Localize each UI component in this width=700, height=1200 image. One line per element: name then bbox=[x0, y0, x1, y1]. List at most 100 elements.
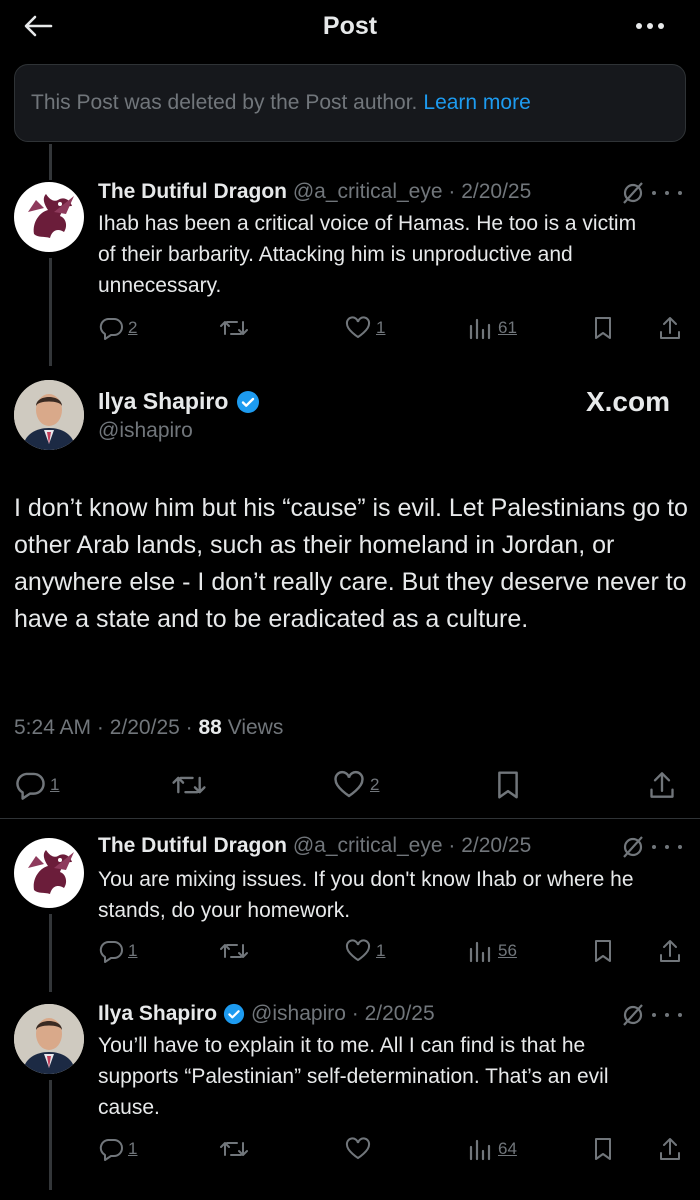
learn-more-link[interactable]: Learn more bbox=[423, 91, 530, 115]
like-button[interactable]: 2 bbox=[332, 768, 379, 802]
reply-button[interactable]: 2 bbox=[98, 313, 137, 343]
reply-button[interactable]: 1 bbox=[98, 936, 137, 966]
heart-icon bbox=[345, 939, 371, 962]
main-post-actions: 1 2 bbox=[14, 768, 686, 802]
like-button[interactable] bbox=[344, 1134, 372, 1164]
post-date[interactable]: 2/20/25 bbox=[110, 716, 180, 739]
share-icon bbox=[650, 772, 674, 798]
user-handle[interactable]: @a_critical_eye bbox=[293, 834, 443, 857]
avatar[interactable] bbox=[14, 1004, 84, 1074]
avatar[interactable] bbox=[14, 838, 84, 908]
reply-count: 1 bbox=[128, 1139, 138, 1158]
xcom-watermark: X.com bbox=[585, 386, 670, 417]
post-date[interactable]: 2/20/25 bbox=[461, 834, 531, 857]
display-name[interactable]: The Dutiful Dragon bbox=[98, 834, 287, 857]
dragon-logo-icon bbox=[28, 850, 74, 894]
reply-icon bbox=[99, 1139, 123, 1161]
reply-button[interactable]: 1 bbox=[14, 768, 59, 802]
reply-actions: 2 1 61 bbox=[98, 313, 688, 343]
views-button[interactable]: 56 bbox=[468, 936, 517, 966]
grok-icon[interactable] bbox=[620, 180, 646, 206]
repost-button[interactable] bbox=[218, 313, 250, 343]
view-count: 64 bbox=[498, 1139, 517, 1158]
heart-icon bbox=[345, 316, 371, 339]
repost-icon bbox=[220, 321, 248, 335]
views-button[interactable]: 61 bbox=[468, 313, 517, 343]
share-button[interactable] bbox=[648, 768, 676, 802]
more-horizontal-icon[interactable] bbox=[630, 14, 670, 38]
thread-line bbox=[49, 914, 52, 992]
deleted-notice-text: This Post was deleted by the Post author… bbox=[31, 91, 418, 114]
share-icon bbox=[660, 940, 680, 962]
post-time[interactable]: 5:24 AM bbox=[14, 716, 91, 739]
reply-text: You’ll have to explain it to me. All I c… bbox=[98, 1034, 609, 1119]
bookmark-button[interactable] bbox=[592, 313, 614, 343]
repost-button[interactable] bbox=[218, 1134, 250, 1164]
bookmark-button[interactable] bbox=[592, 936, 614, 966]
analytics-icon bbox=[469, 941, 491, 963]
repost-icon bbox=[220, 1142, 248, 1156]
like-count: 1 bbox=[376, 318, 386, 337]
analytics-icon bbox=[469, 1139, 491, 1161]
dragon-logo-icon bbox=[28, 194, 74, 238]
views-button[interactable]: 64 bbox=[468, 1134, 517, 1164]
page-title: Post bbox=[322, 12, 378, 40]
thread-line bbox=[49, 258, 52, 366]
repost-button[interactable] bbox=[218, 936, 250, 966]
more-horizontal-icon[interactable] bbox=[652, 837, 682, 857]
user-handle[interactable]: @a_critical_eye bbox=[293, 180, 443, 203]
display-name[interactable]: Ilya Shapiro bbox=[98, 388, 228, 415]
bookmark-icon bbox=[498, 771, 518, 799]
more-horizontal-icon[interactable] bbox=[652, 183, 682, 203]
main-post-text: I don’t know him but his “cause” is evil… bbox=[14, 494, 688, 633]
deleted-post-notice: This Post was deleted by the Post author… bbox=[14, 64, 686, 142]
avatar[interactable] bbox=[14, 182, 84, 252]
more-horizontal-icon[interactable] bbox=[652, 1005, 682, 1025]
reply-text: You are mixing issues. If you don't know… bbox=[98, 868, 634, 922]
grok-icon[interactable] bbox=[620, 834, 646, 860]
share-button[interactable] bbox=[658, 313, 682, 343]
thread-line bbox=[49, 144, 52, 180]
share-icon bbox=[660, 1138, 680, 1160]
reply-count: 2 bbox=[128, 318, 138, 337]
post-meta: 5:24 AM · 2/20/25 · 88 Views bbox=[14, 716, 284, 739]
like-count: 1 bbox=[376, 941, 386, 960]
profile-photo-icon bbox=[14, 380, 84, 450]
like-button[interactable]: 1 bbox=[344, 936, 385, 966]
reply-button[interactable]: 1 bbox=[98, 1134, 137, 1164]
profile-photo-icon bbox=[14, 1004, 84, 1074]
post-date[interactable]: 2/20/25 bbox=[461, 180, 531, 203]
reply-count: 1 bbox=[50, 775, 60, 794]
reply-icon bbox=[99, 318, 123, 340]
like-button[interactable]: 1 bbox=[344, 313, 385, 343]
main-post-author[interactable]: Ilya Shapiro bbox=[98, 388, 260, 415]
views-count: 88 bbox=[198, 716, 222, 739]
verified-badge-icon bbox=[223, 1003, 245, 1025]
user-handle[interactable]: @ishapiro bbox=[251, 1002, 346, 1025]
repost-button[interactable] bbox=[170, 768, 208, 802]
reply-icon bbox=[99, 941, 123, 963]
bookmark-button[interactable] bbox=[592, 1134, 614, 1164]
bookmark-icon bbox=[595, 940, 611, 962]
repost-icon bbox=[220, 944, 248, 958]
like-count: 2 bbox=[370, 775, 380, 794]
grok-icon[interactable] bbox=[620, 1002, 646, 1028]
bookmark-button[interactable] bbox=[494, 768, 522, 802]
heart-icon bbox=[334, 770, 364, 798]
share-button[interactable] bbox=[658, 936, 682, 966]
heart-icon bbox=[345, 1137, 371, 1160]
reply-header: The Dutiful Dragon @a_critical_eye · 2/2… bbox=[98, 834, 532, 857]
post-date[interactable]: 2/20/25 bbox=[365, 1002, 435, 1025]
analytics-icon bbox=[469, 318, 491, 340]
display-name[interactable]: The Dutiful Dragon bbox=[98, 180, 287, 203]
user-handle[interactable]: @ishapiro bbox=[98, 419, 193, 443]
view-count: 61 bbox=[498, 318, 517, 337]
thread-line bbox=[49, 1080, 52, 1190]
display-name[interactable]: Ilya Shapiro bbox=[98, 1002, 217, 1026]
bookmark-icon bbox=[595, 1138, 611, 1160]
reply-actions: 1 64 bbox=[98, 1134, 688, 1164]
reply-count: 1 bbox=[128, 941, 138, 960]
share-button[interactable] bbox=[658, 1134, 682, 1164]
avatar[interactable] bbox=[14, 380, 84, 450]
divider bbox=[0, 818, 700, 819]
